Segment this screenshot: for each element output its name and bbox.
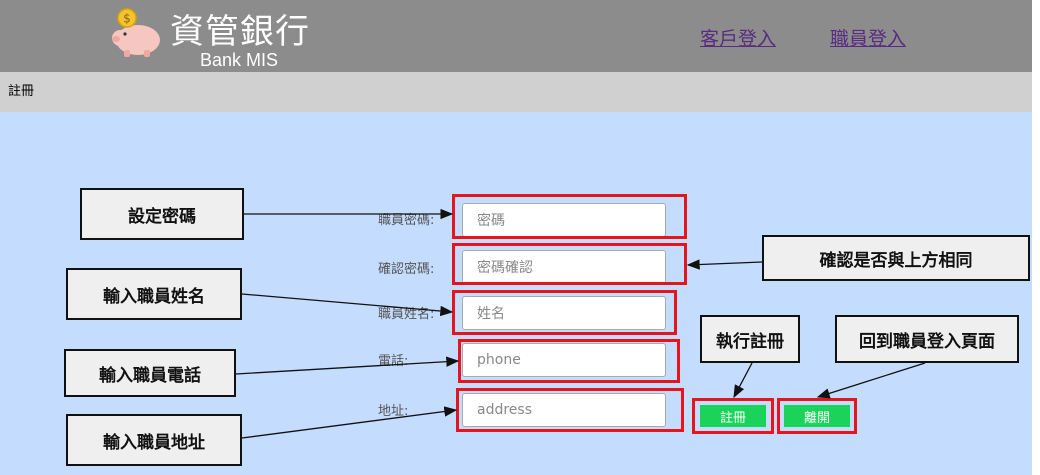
nav-staff-login[interactable]: 職員登入 (830, 24, 906, 51)
confirm-password-label: 確認密碼: (378, 262, 435, 277)
callout-enter-phone: 輸入職員電話 (64, 349, 236, 397)
address-label: 地址: (378, 404, 409, 419)
nav-customer-login[interactable]: 客戶登入 (700, 24, 776, 51)
app-subtitle: Bank MIS (200, 50, 279, 70)
name-label: 職員姓名: (378, 307, 435, 322)
callout-set-password: 設定密碼 (80, 188, 244, 240)
callout-do-register: 執行註冊 (700, 315, 800, 363)
name-highlight (452, 290, 677, 335)
leave-button[interactable]: 離開 (784, 405, 850, 427)
callout-back-to-login: 回到職員登入頁面 (835, 315, 1019, 363)
app-title: 資管銀行 (170, 12, 310, 52)
svg-text:$: $ (123, 12, 131, 26)
address-highlight (456, 388, 684, 432)
page-title-bar (0, 72, 1032, 112)
callout-confirm-same: 確認是否與上方相同 (762, 235, 1030, 281)
phone-highlight (458, 339, 680, 383)
confirm-highlight (452, 243, 687, 285)
phone-label: 電話: (378, 354, 409, 369)
piggy-bank-icon: $ (112, 8, 160, 57)
page-title: 註冊 (8, 84, 35, 99)
callout-enter-name: 輸入職員姓名 (66, 268, 242, 320)
password-highlight (452, 194, 687, 239)
password-label: 職員密碼: (378, 213, 435, 228)
callout-enter-address: 輸入職員地址 (66, 414, 242, 466)
register-button[interactable]: 註冊 (700, 405, 766, 427)
